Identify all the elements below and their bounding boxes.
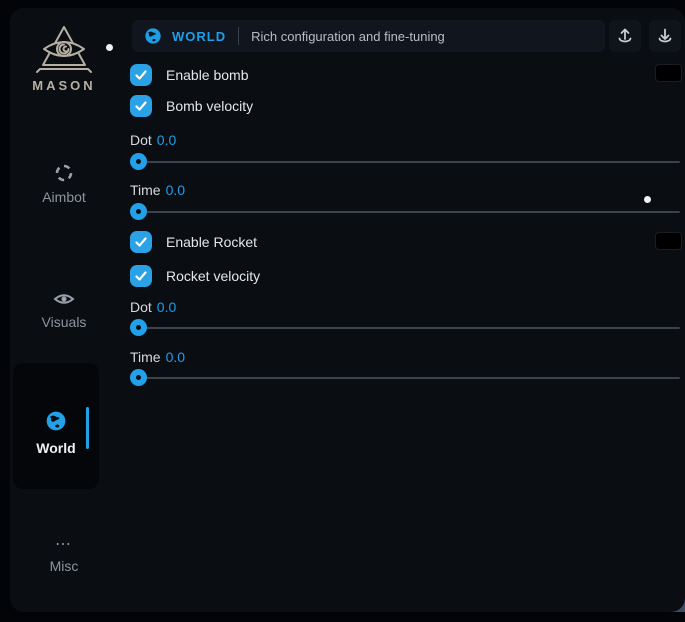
sidebar-item-label: Aimbot	[10, 189, 118, 205]
eye-icon	[53, 290, 75, 308]
globe-icon	[144, 27, 162, 45]
slider-name: Dot	[130, 132, 152, 148]
sidebar-item-label: Misc	[10, 558, 118, 574]
slider-label-time: Time 0.0	[130, 182, 185, 198]
checkbox-label: Bomb velocity	[166, 98, 253, 114]
slider-thumb[interactable]	[130, 153, 147, 170]
slider-value: 0.0	[157, 299, 176, 315]
page-header: WORLD Rich configuration and fine-tuning	[132, 20, 605, 52]
enable-rocket-checkbox[interactable]	[130, 231, 152, 253]
sidebar-item-label: Visuals	[10, 314, 118, 330]
download-config-button[interactable]	[649, 20, 681, 52]
cursor-dot	[106, 44, 113, 51]
slider-name: Dot	[130, 299, 152, 315]
mason-menu-window: MASON Aimbot Visuals World ⋯	[10, 8, 685, 612]
upload-config-button[interactable]	[609, 20, 641, 52]
bomb-time-slider[interactable]	[130, 203, 680, 220]
checkbox-row-enable-rocket: Enable Rocket	[130, 231, 257, 253]
cursor-dot	[644, 196, 651, 203]
ellipsis-icon: ⋯	[10, 540, 118, 550]
page-subtitle: Rich configuration and fine-tuning	[251, 29, 445, 44]
check-icon	[134, 99, 148, 113]
active-tab-indicator	[86, 407, 89, 449]
world-tab-content: WORLD Rich configuration and fine-tuning	[118, 8, 685, 612]
download-icon	[655, 26, 675, 46]
brand-logo: MASON	[10, 24, 118, 93]
bomb-color-swatch[interactable]	[655, 64, 682, 82]
check-icon	[134, 269, 148, 283]
slider-label-dot: Dot 0.0	[130, 299, 176, 315]
sidebar: MASON Aimbot Visuals World ⋯	[10, 8, 118, 612]
checkbox-row-bomb-velocity: Bomb velocity	[130, 95, 253, 117]
sidebar-item-visuals[interactable]: Visuals	[10, 290, 118, 330]
slider-value: 0.0	[166, 349, 185, 365]
brand-name: MASON	[10, 78, 118, 93]
slider-thumb[interactable]	[130, 319, 147, 336]
slider-track[interactable]	[130, 377, 680, 379]
slider-name: Time	[130, 349, 161, 365]
rocket-velocity-checkbox[interactable]	[130, 265, 152, 287]
sidebar-item-misc[interactable]: ⋯ Misc	[10, 540, 118, 574]
header-divider	[238, 27, 239, 45]
checkbox-row-enable-bomb: Enable bomb	[130, 64, 249, 86]
sidebar-item-aimbot[interactable]: Aimbot	[10, 163, 118, 205]
rocket-dot-slider[interactable]	[130, 319, 680, 336]
sidebar-item-world[interactable]: World	[13, 363, 99, 489]
upload-icon	[615, 26, 635, 46]
page-title: WORLD	[172, 29, 226, 44]
check-icon	[134, 235, 148, 249]
slider-thumb[interactable]	[130, 203, 147, 220]
checkbox-label: Enable Rocket	[166, 234, 257, 250]
crosshair-icon	[54, 163, 74, 183]
slider-name: Time	[130, 182, 161, 198]
checkbox-label: Enable bomb	[166, 67, 249, 83]
slider-value: 0.0	[166, 182, 185, 198]
slider-label-dot: Dot 0.0	[130, 132, 176, 148]
rocket-time-slider[interactable]	[130, 369, 680, 386]
bomb-velocity-checkbox[interactable]	[130, 95, 152, 117]
slider-track[interactable]	[130, 211, 680, 213]
checkbox-row-rocket-velocity: Rocket velocity	[130, 265, 260, 287]
slider-track[interactable]	[130, 161, 680, 163]
pyramid-eye-logo-icon	[35, 24, 93, 74]
globe-icon	[45, 410, 67, 432]
enable-bomb-checkbox[interactable]	[130, 64, 152, 86]
slider-thumb[interactable]	[130, 369, 147, 386]
slider-label-time: Time 0.0	[130, 349, 185, 365]
check-icon	[134, 68, 148, 82]
rocket-color-swatch[interactable]	[655, 232, 682, 250]
slider-track[interactable]	[130, 327, 680, 329]
checkbox-label: Rocket velocity	[166, 268, 260, 284]
slider-value: 0.0	[157, 132, 176, 148]
bomb-dot-slider[interactable]	[130, 153, 680, 170]
